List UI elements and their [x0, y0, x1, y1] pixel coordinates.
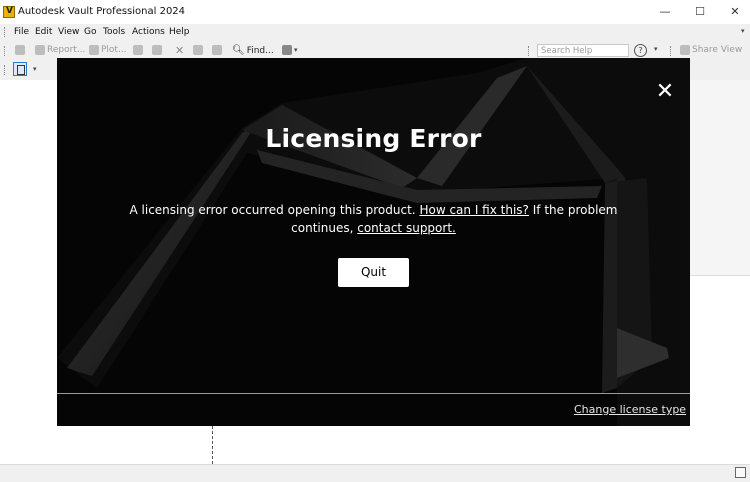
report-icon — [35, 45, 45, 55]
copy-design-button[interactable] — [152, 45, 162, 55]
share-view-label: Share View — [692, 45, 743, 55]
pane-layout-icon — [17, 65, 25, 75]
menu-bar: File Edit View Go Tools Actions Help ▾ — [0, 24, 750, 41]
share-view-button[interactable]: Share View — [680, 45, 742, 55]
tree-view-button[interactable]: ▾ — [282, 45, 298, 55]
dialog-message: A licensing error occurred opening this … — [127, 201, 620, 237]
status-panel-icon[interactable] — [735, 467, 746, 478]
menu-file[interactable]: File — [14, 27, 29, 37]
window-titlebar: V Autodesk Vault Professional 2024 — ☐ ✕ — [0, 0, 750, 24]
dialog-title: Licensing Error — [265, 124, 482, 153]
status-bar — [0, 464, 750, 482]
menu-help[interactable]: Help — [169, 27, 190, 37]
refresh-icon — [15, 45, 25, 55]
print-icon — [133, 45, 143, 55]
find-label: Find... — [246, 45, 274, 56]
print-button[interactable] — [133, 45, 143, 55]
share-icon — [680, 45, 690, 55]
vault-app-icon: V — [3, 6, 15, 18]
licensing-error-dialog: ✕ Licensing Error A licensing error occu… — [57, 58, 690, 426]
search-icon: 🔍︎ — [232, 45, 245, 56]
search-help-input[interactable]: Search Help — [537, 44, 629, 57]
message-text-1: A licensing error occurred opening this … — [129, 203, 416, 217]
pane-splitter[interactable] — [212, 426, 214, 464]
paste-button[interactable] — [212, 45, 222, 55]
pane-layout-button[interactable] — [13, 62, 27, 76]
contact-support-link[interactable]: contact support. — [357, 221, 456, 235]
copy-icon — [152, 45, 162, 55]
paste-icon — [212, 45, 222, 55]
report-label: Report... — [47, 45, 86, 55]
plot-label: Plot... — [101, 45, 127, 55]
chevron-down-icon: ▾ — [294, 46, 298, 54]
help-dropdown-icon[interactable]: ▾ — [654, 45, 658, 53]
menu-overflow-icon[interactable]: ▾ — [741, 27, 745, 35]
delete-icon: ✕ — [175, 44, 185, 57]
window-title: Autodesk Vault Professional 2024 — [18, 6, 186, 17]
refresh-button[interactable] — [15, 45, 25, 55]
quit-button[interactable]: Quit — [338, 258, 409, 287]
menu-edit[interactable]: Edit — [35, 27, 52, 37]
menu-tools[interactable]: Tools — [103, 27, 125, 37]
menu-grip-icon — [4, 27, 7, 37]
change-license-link[interactable]: Change license type — [574, 403, 686, 416]
toolbar2-grip-icon — [4, 65, 7, 75]
toolbar-grip-icon — [4, 46, 7, 56]
dialog-close-icon[interactable]: ✕ — [653, 80, 677, 104]
tree-icon — [282, 45, 292, 55]
maximize-button[interactable]: ☐ — [690, 4, 710, 20]
move-icon — [193, 45, 203, 55]
toolbar-grip-icon-2 — [528, 46, 531, 56]
right-panel — [690, 80, 750, 276]
plot-icon — [89, 45, 99, 55]
layout-dropdown-icon[interactable]: ▾ — [33, 65, 37, 73]
toolbar-grip-icon-3 — [670, 46, 673, 56]
menu-go[interactable]: Go — [84, 27, 96, 37]
menu-actions[interactable]: Actions — [132, 27, 165, 37]
menu-view[interactable]: View — [58, 27, 79, 37]
plot-button[interactable]: Plot... — [89, 45, 127, 55]
dialog-divider — [57, 393, 690, 394]
background-artwork — [57, 58, 690, 426]
window-close-button[interactable]: ✕ — [725, 4, 745, 20]
minimize-button[interactable]: — — [655, 4, 675, 20]
find-button[interactable]: 🔍︎ Find... — [232, 45, 274, 56]
help-icon[interactable]: ? — [634, 44, 647, 57]
move-button[interactable] — [193, 45, 203, 55]
delete-button[interactable]: ✕ — [175, 44, 184, 57]
report-button[interactable]: Report... — [35, 45, 85, 55]
how-fix-link[interactable]: How can I fix this? — [419, 203, 528, 217]
